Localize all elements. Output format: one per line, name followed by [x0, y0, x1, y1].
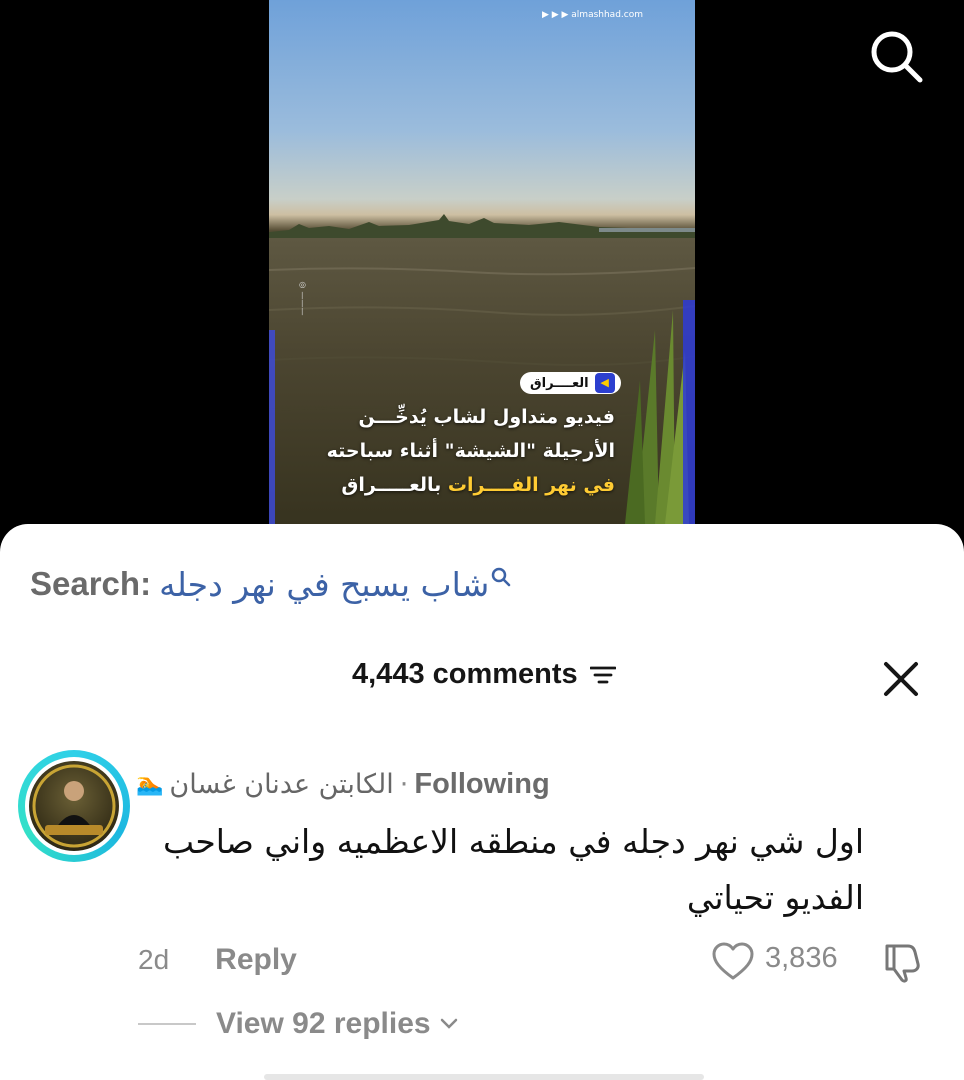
sort-filter-icon[interactable] [589, 664, 616, 686]
video-player[interactable]: ▶ ▶ ▶ almashhad.com ◎ ——— العــــراق ◀ ف… [0, 0, 964, 560]
headline-line-2: الأرجيلة "الشيشة" أثناء سباحته [326, 440, 615, 462]
view-replies-row[interactable]: View 92 replies [138, 1004, 459, 1044]
headline-line-1: فيديو متداول لشاب يُدخِّـــن [358, 406, 615, 428]
reply-button[interactable]: Reply [215, 943, 297, 977]
separator-dot: · [399, 768, 409, 800]
comments-count-label: 4,443 comments [352, 658, 578, 690]
comment-meta: 2d Reply [138, 940, 297, 980]
comment-age: 2d [138, 944, 170, 975]
comment-header: 🏊 الكابتن عدنان غسان · Following [136, 764, 550, 804]
close-icon[interactable] [880, 658, 922, 700]
video-headline: فيديو متداول لشاب يُدخِّـــن الأرجيلة "ا… [315, 400, 615, 502]
avatar-image [29, 761, 119, 851]
tag-arrow-icon: ◀ [594, 373, 615, 393]
thumbs-down-icon[interactable] [882, 940, 926, 984]
swimmer-icon: 🏊 [136, 771, 164, 797]
headline-line-3-suffix: بالعـــــراق [341, 474, 448, 496]
headline-highlight: في نهر الفــــرات [447, 474, 615, 496]
comment-username[interactable]: الكابتن عدنان غسان [169, 769, 393, 800]
frame-strip-left [269, 330, 275, 524]
related-search-link[interactable]: Search: شاب يسبح في نهر دجله [30, 564, 511, 604]
location-tag-label: العــــراق [530, 375, 589, 391]
comments-count: 4,443 comments [352, 658, 616, 691]
replies-divider [138, 1023, 196, 1025]
following-label: Following [414, 767, 550, 800]
view-replies-button[interactable]: View 92 replies [216, 1007, 431, 1041]
chevron-down-icon [440, 1018, 457, 1029]
watermark-icon: ◎ ——— [298, 280, 307, 316]
avatar[interactable] [18, 750, 130, 862]
channel-logo-domain: ▶ ▶ ▶ almashhad.com [541, 10, 643, 20]
comment-text: اول شي نهر دجله في منطقه الاعظميه واني ص… [163, 822, 864, 917]
avatar-portrait [32, 764, 116, 848]
search-label: Search: [30, 565, 152, 602]
headline-line-3: في نهر الفــــرات بالعـــــراق [315, 468, 615, 502]
video-thumbnail[interactable]: ▶ ▶ ▶ almashhad.com ◎ ——— العــــراق ◀ ف… [269, 0, 695, 524]
treeline [269, 214, 695, 240]
search-icon[interactable] [868, 28, 924, 84]
heart-icon[interactable] [711, 941, 755, 981]
search-icon [492, 567, 511, 587]
next-comment-placeholder [264, 1074, 704, 1080]
frame-strip-right [683, 300, 695, 524]
search-term[interactable]: شاب يسبح في نهر دجله [159, 565, 489, 604]
like-count: 3,836 [765, 942, 838, 974]
comments-sheet: Search: شاب يسبح في نهر دجله 4,443 comme… [0, 524, 964, 1080]
location-tag: العــــراق ◀ [520, 372, 621, 394]
